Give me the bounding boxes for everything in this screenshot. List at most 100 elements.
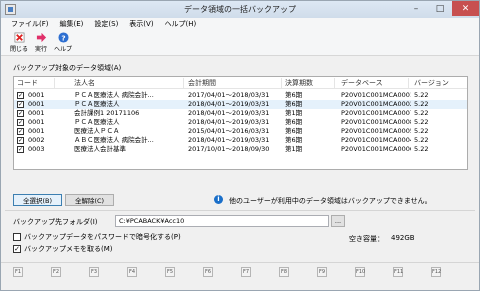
list-header: コード 法人名 会計期間 決算期数 データベース バージョン — [14, 77, 467, 89]
cell-db: P20V01C001MCA0008 — [341, 118, 411, 126]
function-key-bar: F1 F2 F3 F4 F5 F6 F7 F8 F9 F10 F11 F12 — [1, 262, 479, 290]
svg-text:?: ? — [61, 33, 65, 42]
cell-name: ＰＣＡ医療法人 — [74, 100, 120, 108]
data-area-list[interactable]: コード 法人名 会計期間 決算期数 データベース バージョン ✓ 0001 ＰＣＡ医… — [13, 76, 468, 170]
row-checkbox[interactable]: ✓ — [17, 119, 24, 126]
cell-period: 2017/10/01～2018/09/30 — [188, 145, 270, 153]
cell-fiscal: 第6期 — [285, 127, 303, 135]
free-space-value: 492GB — [391, 234, 415, 242]
encrypt-checkbox[interactable] — [13, 233, 21, 241]
row-checkbox[interactable]: ✓ — [17, 92, 24, 99]
cell-db: P20V01C001MCA0004 — [341, 136, 411, 144]
col-version[interactable]: バージョン — [414, 78, 466, 89]
cell-version: 5.22 — [414, 109, 429, 117]
fkey-f9[interactable]: F9 — [317, 267, 327, 277]
browse-button[interactable]: ... — [331, 215, 345, 227]
close-window-icon[interactable]: ✕ — [452, 1, 479, 16]
fkey-f5[interactable]: F5 — [165, 267, 175, 277]
close-button-label: 閉じる — [9, 46, 28, 53]
backup-folder-input[interactable]: C:¥PCABACK¥Acc10 — [115, 215, 329, 227]
free-space-label: 空き容量： — [349, 235, 384, 243]
cell-db: P20V01C001MCA0007 — [341, 109, 411, 117]
encrypt-label: バックアップデータをパスワードで暗号化する(P) — [24, 233, 181, 241]
fkey-f11[interactable]: F11 — [393, 267, 403, 277]
help-button-label: ヘルプ — [53, 46, 72, 53]
cell-code: 0001 — [28, 109, 45, 117]
cell-version: 5.22 — [414, 136, 429, 144]
execute-button[interactable]: 実行 — [31, 32, 51, 53]
info-icon: i — [214, 195, 223, 204]
menu-edit[interactable]: 編集(E) — [60, 19, 84, 29]
menu-view[interactable]: 表示(V) — [129, 19, 153, 29]
menu-help[interactable]: ヘルプ(H) — [165, 19, 197, 29]
cell-name: ＰＣＡ医療法人 — [74, 118, 120, 126]
col-database[interactable]: データベース — [341, 78, 409, 89]
row-checkbox[interactable]: ✓ — [17, 128, 24, 135]
fkey-f2[interactable]: F2 — [51, 267, 61, 277]
list-section-label: バックアップ対象のデータ領域(A) — [13, 64, 122, 72]
cell-period: 2018/04/01～2019/03/31 — [188, 109, 270, 117]
divider — [5, 210, 475, 211]
cell-period: 2015/04/01～2016/03/31 — [188, 127, 270, 135]
cell-version: 5.22 — [414, 118, 429, 126]
fkey-f12[interactable]: F12 — [431, 267, 441, 277]
toolbar: 閉じる 実行 ? ヘルプ — [1, 30, 479, 56]
memo-checkbox[interactable]: ✓ — [13, 245, 21, 253]
cell-version: 5.22 — [414, 91, 429, 99]
cell-version: 5.22 — [414, 100, 429, 108]
col-code[interactable]: コード — [17, 78, 55, 89]
cell-name: 医療法人ＰＣＡ — [74, 127, 120, 135]
cell-db: P20V01C001MCA0006 — [341, 145, 411, 153]
table-row[interactable]: ✓ 0001 医療法人ＰＣＡ 2015/04/01～2016/03/31 第6期 P20V… — [14, 127, 467, 136]
memo-option[interactable]: ✓ バックアップメモを取る(M) — [13, 244, 113, 254]
cell-period: 2018/04/01～2019/03/31 — [188, 136, 270, 144]
row-checkbox[interactable]: ✓ — [17, 146, 24, 153]
cell-name: 医療法人会計基準 — [74, 145, 126, 153]
cell-name: ＰＣＡ医療法人 病院会計... — [74, 91, 154, 99]
cell-db: P20V01C001MCA0001 — [341, 91, 411, 99]
menu-bar: ファイル(F) 編集(E) 設定(S) 表示(V) ヘルプ(H) — [1, 18, 479, 30]
help-button[interactable]: ? ヘルプ — [53, 32, 73, 53]
table-row[interactable]: ✓ 0001 会計課例1 20171106 2018/04/01～2019/03/31… — [14, 109, 467, 118]
menu-settings[interactable]: 設定(S) — [94, 19, 118, 29]
cell-fiscal: 第6期 — [285, 91, 303, 99]
row-checkbox[interactable]: ✓ — [17, 110, 24, 117]
cell-period: 2017/04/01～2018/03/31 — [188, 91, 270, 99]
cell-fiscal: 第6期 — [285, 136, 303, 144]
table-row[interactable]: ✓ 0001 ＰＣＡ医療法人 2018/04/01～2019/03/31 第6期 P20V… — [14, 118, 467, 127]
execute-icon — [36, 32, 46, 43]
deselect-all-button[interactable]: 全解除(C) — [65, 194, 114, 206]
table-row[interactable]: ✓ 0001 ＰＣＡ医療法人 病院会計... 2017/04/01～2018/03/3… — [14, 91, 467, 100]
maximize-icon[interactable]: □ — [428, 1, 452, 16]
cell-code: 0003 — [28, 145, 45, 153]
cell-version: 5.22 — [414, 127, 429, 135]
fkey-f6[interactable]: F6 — [203, 267, 213, 277]
cell-fiscal: 第6期 — [285, 118, 303, 126]
fkey-f1[interactable]: F1 — [13, 267, 23, 277]
fkey-f7[interactable]: F7 — [241, 267, 251, 277]
minimize-icon[interactable]: – — [404, 1, 428, 16]
cell-name: ＡＢＣ医療法人 病院会計... — [74, 136, 154, 144]
cell-code: 0002 — [28, 136, 45, 144]
row-checkbox[interactable]: ✓ — [17, 137, 24, 144]
col-period[interactable]: 会計期間 — [188, 78, 282, 89]
fkey-f10[interactable]: F10 — [355, 267, 365, 277]
table-row[interactable]: ✓ 0001 ＰＣＡ医療法人 2018/04/01～2019/03/31 第6期 P20V… — [14, 100, 467, 109]
menu-file[interactable]: ファイル(F) — [11, 19, 49, 29]
fkey-f3[interactable]: F3 — [89, 267, 99, 277]
cell-period: 2018/04/01～2019/03/31 — [188, 118, 270, 126]
select-all-button[interactable]: 全選択(B) — [13, 194, 62, 206]
col-fiscal[interactable]: 決算期数 — [285, 78, 335, 89]
backup-folder-label: バックアップ先フォルダ(I) — [13, 218, 98, 226]
row-checkbox[interactable]: ✓ — [17, 101, 24, 108]
execute-button-label: 実行 — [34, 46, 47, 53]
table-row[interactable]: ✓ 0003 医療法人会計基準 2017/10/01～2018/09/30 第1期 P20… — [14, 145, 467, 154]
fkey-f8[interactable]: F8 — [279, 267, 289, 277]
close-button[interactable]: 閉じる — [9, 32, 29, 53]
encrypt-option[interactable]: バックアップデータをパスワードで暗号化する(P) — [13, 232, 181, 242]
col-name[interactable]: 法人名 — [74, 78, 184, 89]
title-bar: データ領域の一括バックアップ – □ ✕ — [1, 1, 479, 18]
close-icon — [14, 32, 24, 43]
fkey-f4[interactable]: F4 — [127, 267, 137, 277]
table-row[interactable]: ✓ 0002 ＡＢＣ医療法人 病院会計... 2018/04/01～2019/03/3… — [14, 136, 467, 145]
